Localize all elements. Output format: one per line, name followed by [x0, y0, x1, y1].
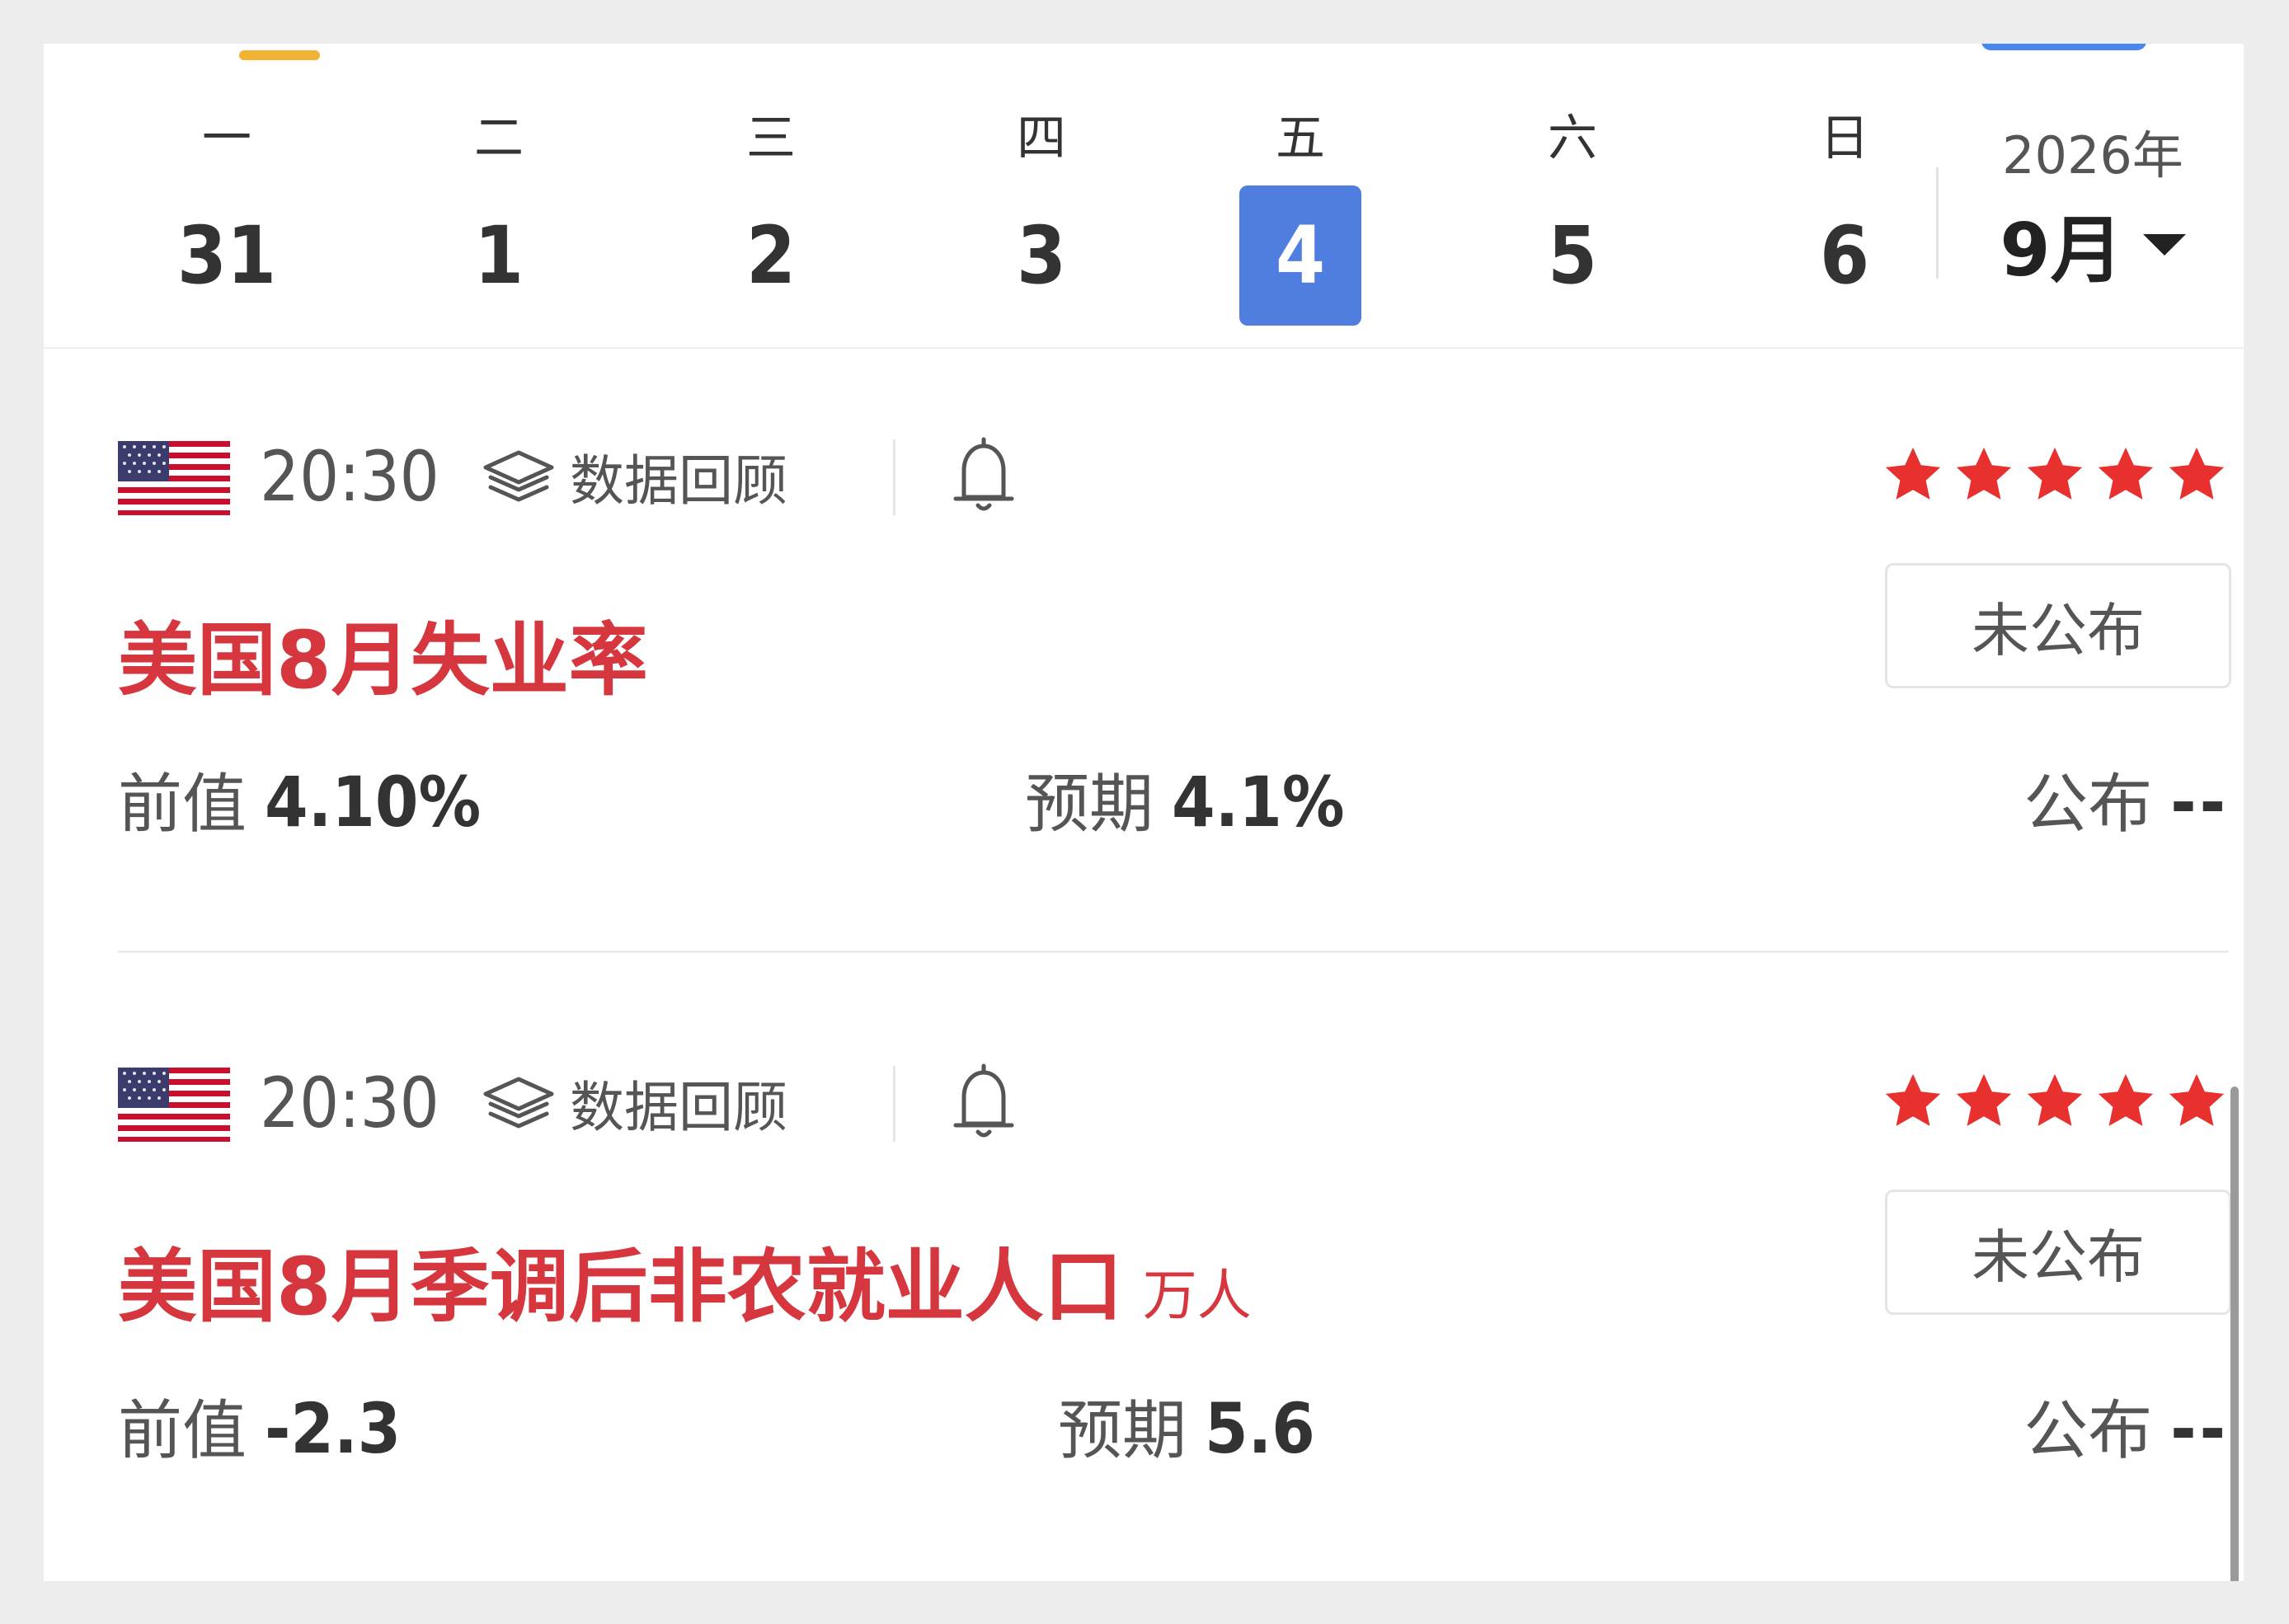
event-unit: 万人 [1142, 1264, 1252, 1327]
day-thursday[interactable]: 四 3 [974, 101, 1109, 307]
weekday-label: 日 [1820, 110, 1869, 167]
day-tuesday[interactable]: 二 1 [431, 101, 566, 307]
forecast-number: 5.6 [1205, 1388, 1315, 1469]
year-label: 2026年 [2002, 125, 2183, 185]
previous-number: -2.3 [265, 1388, 402, 1469]
importance-stars [1881, 1069, 2229, 1134]
status-badge: 未公布 [1885, 563, 2231, 688]
separator [893, 439, 895, 515]
event-divider [118, 950, 2229, 953]
data-review-link[interactable]: 数据回顾 [481, 431, 787, 522]
star-icon [2027, 447, 2083, 500]
forecast-value: 预期 5.6 [1058, 1383, 1315, 1476]
status-badge: 未公布 [1885, 1190, 2231, 1315]
date-number: 1 [473, 209, 524, 302]
day-sunday[interactable]: 日 6 [1777, 101, 1912, 307]
event-metrics: 前值 4.10% 预期 4.1% 公布 -- [118, 757, 2229, 847]
star-icon [2169, 447, 2225, 500]
actual-label: 公布 [2023, 767, 2153, 842]
previous-number: 4.10% [265, 762, 482, 843]
economic-calendar-panel: 一 31 二 1 三 2 四 3 五 4 六 5 日 6 2026年 9月 20… [44, 44, 2244, 1581]
scrollbar[interactable] [2230, 1087, 2239, 1581]
day-monday[interactable]: 一 31 [159, 101, 294, 307]
us-flag-icon [118, 1068, 230, 1142]
bell-icon[interactable] [951, 436, 1017, 515]
event-title[interactable]: 美国8月失业率 [118, 596, 648, 711]
actual-value: 公布 -- [2023, 757, 2229, 850]
weekday-label: 五 [1276, 110, 1325, 167]
data-review-link[interactable]: 数据回顾 [481, 1058, 787, 1148]
event-metrics: 前值 -2.3 预期 5.6 公布 -- [118, 1383, 2229, 1474]
star-icon [2098, 447, 2154, 500]
week-date-picker: 一 31 二 1 三 2 四 3 五 4 六 5 日 6 2026年 9月 [44, 44, 2244, 349]
star-icon [2098, 1073, 2154, 1126]
weekday-label: 四 [1017, 110, 1066, 167]
previous-value: 前值 4.10% [118, 757, 481, 850]
us-flag-icon [118, 441, 230, 515]
star-icon [2027, 1073, 2083, 1126]
forecast-value: 预期 4.1% [1025, 757, 1345, 850]
importance-stars [1881, 443, 2229, 507]
date-number: 2 [745, 209, 797, 302]
actual-value: 公布 -- [2023, 1383, 2229, 1476]
previous-value: 前值 -2.3 [118, 1383, 401, 1476]
actual-number: -- [2170, 1388, 2229, 1469]
event-title[interactable]: 美国8月季调后非农就业人口 万人 [118, 1223, 1252, 1337]
separator [893, 1066, 895, 1142]
event-title-text: 美国8月失业率 [118, 614, 648, 706]
actual-label: 公布 [2023, 1394, 2153, 1468]
date-number-selected: 4 [1239, 185, 1361, 326]
date-number: 6 [1819, 209, 1870, 302]
previous-label: 前值 [118, 767, 247, 842]
date-number: 31 [176, 209, 277, 302]
forecast-number: 4.1% [1172, 762, 1345, 843]
star-icon [1885, 447, 1941, 500]
layers-icon [483, 450, 554, 502]
date-number: 5 [1547, 209, 1598, 302]
weekday-label: 一 [202, 110, 251, 167]
star-icon [1885, 1073, 1941, 1126]
day-saturday[interactable]: 六 5 [1505, 101, 1640, 307]
data-review-label: 数据回顾 [570, 1076, 787, 1139]
star-icon [1956, 1073, 2012, 1126]
previous-label: 前值 [118, 1394, 247, 1468]
actual-number: -- [2170, 762, 2229, 843]
data-review-label: 数据回顾 [570, 449, 787, 513]
forecast-label: 预期 [1025, 767, 1154, 842]
weekday-label: 二 [474, 110, 524, 167]
layers-icon [483, 1077, 554, 1129]
weekday-label: 三 [746, 110, 796, 167]
month-label: 9月 [2000, 208, 2123, 293]
caret-down-icon [2142, 233, 2186, 256]
star-icon [2169, 1073, 2225, 1126]
event-title-text: 美国8月季调后非农就业人口 [118, 1241, 1123, 1333]
event-time: 20:30 [260, 1063, 439, 1143]
weekday-label: 六 [1548, 110, 1597, 167]
day-friday[interactable]: 五 4 [1233, 101, 1368, 326]
bell-icon[interactable] [951, 1063, 1017, 1142]
day-wednesday[interactable]: 三 2 [703, 101, 839, 307]
star-icon [1956, 447, 2012, 500]
calendar-divider [1936, 167, 1939, 279]
date-number: 3 [1016, 209, 1067, 302]
month-selector[interactable]: 9月 [1957, 192, 2229, 297]
event-time: 20:30 [260, 436, 439, 517]
forecast-label: 预期 [1058, 1394, 1187, 1468]
